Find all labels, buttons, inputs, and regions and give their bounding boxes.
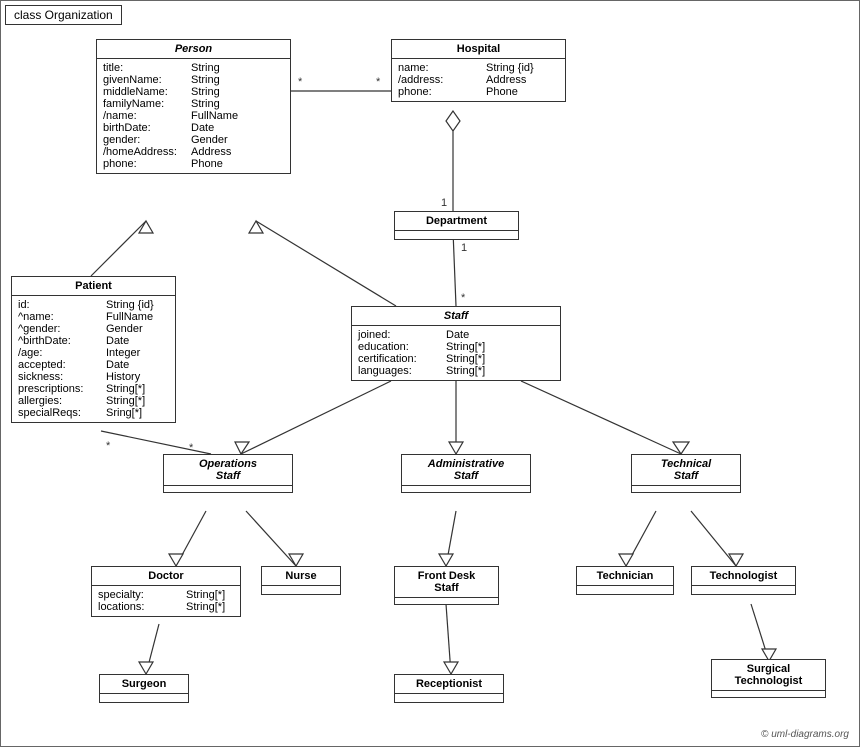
class-technician-body [577,586,673,594]
class-person: Person title:String givenName:String mid… [96,39,291,174]
class-technologist-body [692,586,795,594]
class-technical-staff: Technical Staff [631,454,741,493]
class-surgical-technologist: Surgical Technologist [711,659,826,698]
class-technician: Technician [576,566,674,595]
svg-text:1: 1 [461,242,467,254]
class-surgical-technologist-body [712,691,825,697]
class-department: Department [394,211,519,240]
class-front-desk-staff-header: Front Desk Staff [395,567,498,598]
class-operations-staff-header: Operations Staff [164,455,292,486]
class-receptionist-header: Receptionist [395,675,503,694]
class-technologist-header: Technologist [692,567,795,586]
class-staff: Staff joined:Date education:String[*] ce… [351,306,561,381]
class-surgeon: Surgeon [99,674,189,703]
class-hospital-header: Hospital [392,40,565,59]
class-staff-header: Staff [352,307,560,326]
class-hospital-body: name:String {id} /address:Address phone:… [392,59,565,101]
class-department-body [395,231,518,239]
class-receptionist-body [395,694,503,702]
class-administrative-staff-header: Administrative Staff [402,455,530,486]
class-technical-staff-header: Technical Staff [632,455,740,486]
class-technical-staff-body [632,486,740,492]
svg-text:*: * [189,442,194,454]
diagram-container: class Organization * * 1 1 * * * [0,0,860,747]
svg-text:*: * [376,76,381,88]
diagram-title: class Organization [5,5,122,25]
copyright: © uml-diagrams.org [761,729,849,740]
class-doctor-header: Doctor [92,567,240,586]
class-surgeon-header: Surgeon [100,675,188,694]
class-front-desk-staff-body [395,598,498,604]
svg-text:*: * [298,76,303,88]
svg-text:1: 1 [441,197,447,209]
class-hospital: Hospital name:String {id} /address:Addre… [391,39,566,102]
class-receptionist: Receptionist [394,674,504,703]
class-technologist: Technologist [691,566,796,595]
class-technician-header: Technician [577,567,673,586]
class-patient: Patient id:String {id} ^name:FullName ^g… [11,276,176,423]
class-person-body: title:String givenName:String middleName… [97,59,290,173]
class-nurse-body [262,586,340,594]
class-doctor-body: specialty:String[*] locations:String[*] [92,586,240,616]
class-front-desk-staff: Front Desk Staff [394,566,499,605]
class-surgeon-body [100,694,188,702]
svg-text:*: * [461,292,466,304]
class-administrative-staff-body [402,486,530,492]
class-operations-staff: Operations Staff [163,454,293,493]
class-surgical-technologist-header: Surgical Technologist [712,660,825,691]
class-patient-body: id:String {id} ^name:FullName ^gender:Ge… [12,296,175,422]
class-operations-staff-body [164,486,292,492]
class-staff-body: joined:Date education:String[*] certific… [352,326,560,380]
class-patient-header: Patient [12,277,175,296]
class-nurse: Nurse [261,566,341,595]
class-administrative-staff: Administrative Staff [401,454,531,493]
class-person-header: Person [97,40,290,59]
class-department-header: Department [395,212,518,231]
class-doctor: Doctor specialty:String[*] locations:Str… [91,566,241,617]
class-nurse-header: Nurse [262,567,340,586]
svg-text:*: * [106,440,111,452]
